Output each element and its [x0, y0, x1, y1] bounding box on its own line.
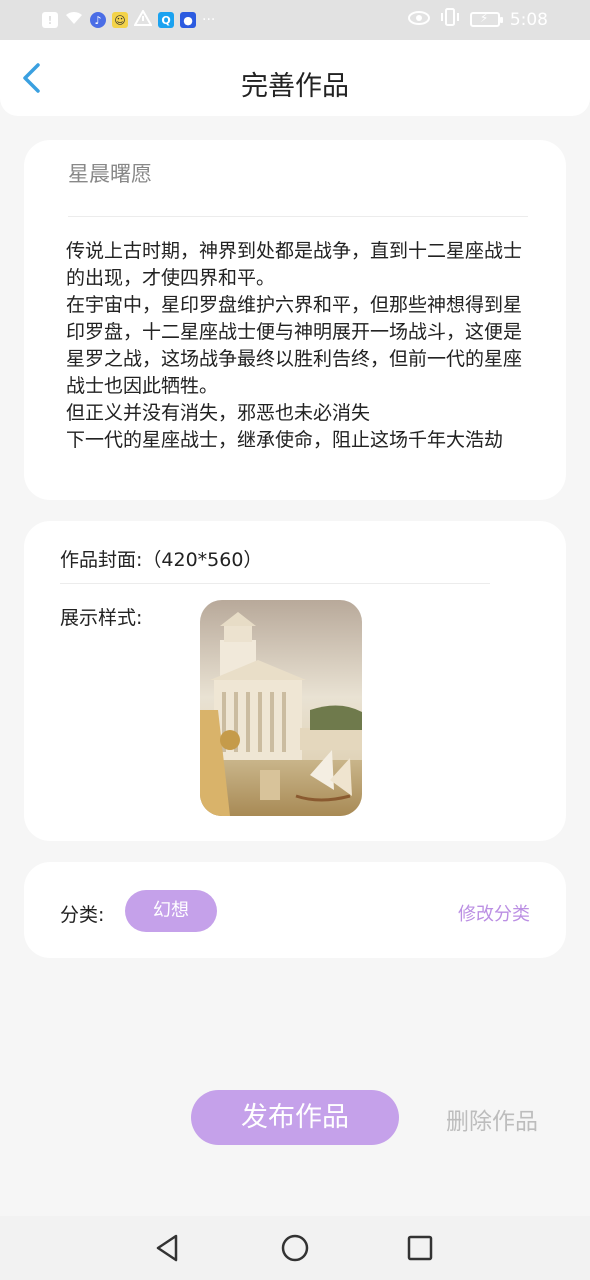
work-body-field[interactable]: 传说上古时期，神界到处都是战争，直到十二星座战士的出现，才使四界和平。 在宇宙中…: [66, 238, 536, 454]
status-bar: ! ♪ ☺ Q ● ··· ⚡ 5:08: [0, 0, 590, 40]
cover-image[interactable]: [200, 600, 362, 816]
alert-icon: !: [42, 12, 58, 28]
cover-card: 作品封面:（420*560） 展示样式:: [24, 521, 566, 841]
notification-icons: ! ♪ ☺ Q ● ···: [42, 8, 216, 30]
title-divider: [68, 216, 528, 217]
system-icons: ⚡ 5:08: [407, 8, 548, 31]
nav-recents-button[interactable]: [404, 1232, 436, 1264]
cover-label: 作品封面:（420*560）: [60, 549, 263, 571]
category-card: 分类: 幻想 修改分类: [24, 862, 566, 958]
nav-back-button[interactable]: [152, 1232, 184, 1264]
vibrate-icon: [440, 8, 460, 31]
category-label: 分类:: [60, 904, 105, 926]
square-recents-icon: [407, 1235, 433, 1261]
work-title-field[interactable]: 星晨曙愿: [68, 158, 152, 188]
more-icon: ···: [202, 12, 216, 28]
emoji-app-icon: ☺: [112, 12, 128, 28]
clock-time: 5:08: [509, 9, 548, 30]
bulb-app-icon: ●: [180, 12, 196, 28]
circle-home-icon: [281, 1234, 309, 1262]
edit-category-link[interactable]: 修改分类: [458, 900, 530, 926]
category-tag[interactable]: 幻想: [125, 890, 217, 932]
classical-temple-painting-icon: [200, 600, 362, 816]
triangle-back-icon: [156, 1234, 178, 1262]
battery-icon: ⚡: [469, 11, 503, 27]
cover-divider: [60, 583, 490, 584]
top-app-bar: 完善作品: [0, 40, 590, 116]
eye-icon: [407, 10, 430, 30]
music-app-icon: ♪: [90, 12, 106, 28]
system-navigation-bar: [0, 1216, 590, 1280]
work-content-card: 星晨曙愿 传说上古时期，神界到处都是战争，直到十二星座战士的出现，才使四界和平。…: [24, 140, 566, 500]
nav-home-button[interactable]: [279, 1232, 311, 1264]
publish-button[interactable]: 发布作品: [191, 1090, 399, 1145]
warning-icon: [133, 8, 153, 30]
page-title: 完善作品: [241, 71, 349, 102]
wifi-icon: [64, 10, 84, 30]
display-style-label: 展示样式:: [60, 607, 143, 629]
search-app-icon: Q: [158, 12, 174, 28]
delete-button[interactable]: 删除作品: [446, 1102, 538, 1136]
